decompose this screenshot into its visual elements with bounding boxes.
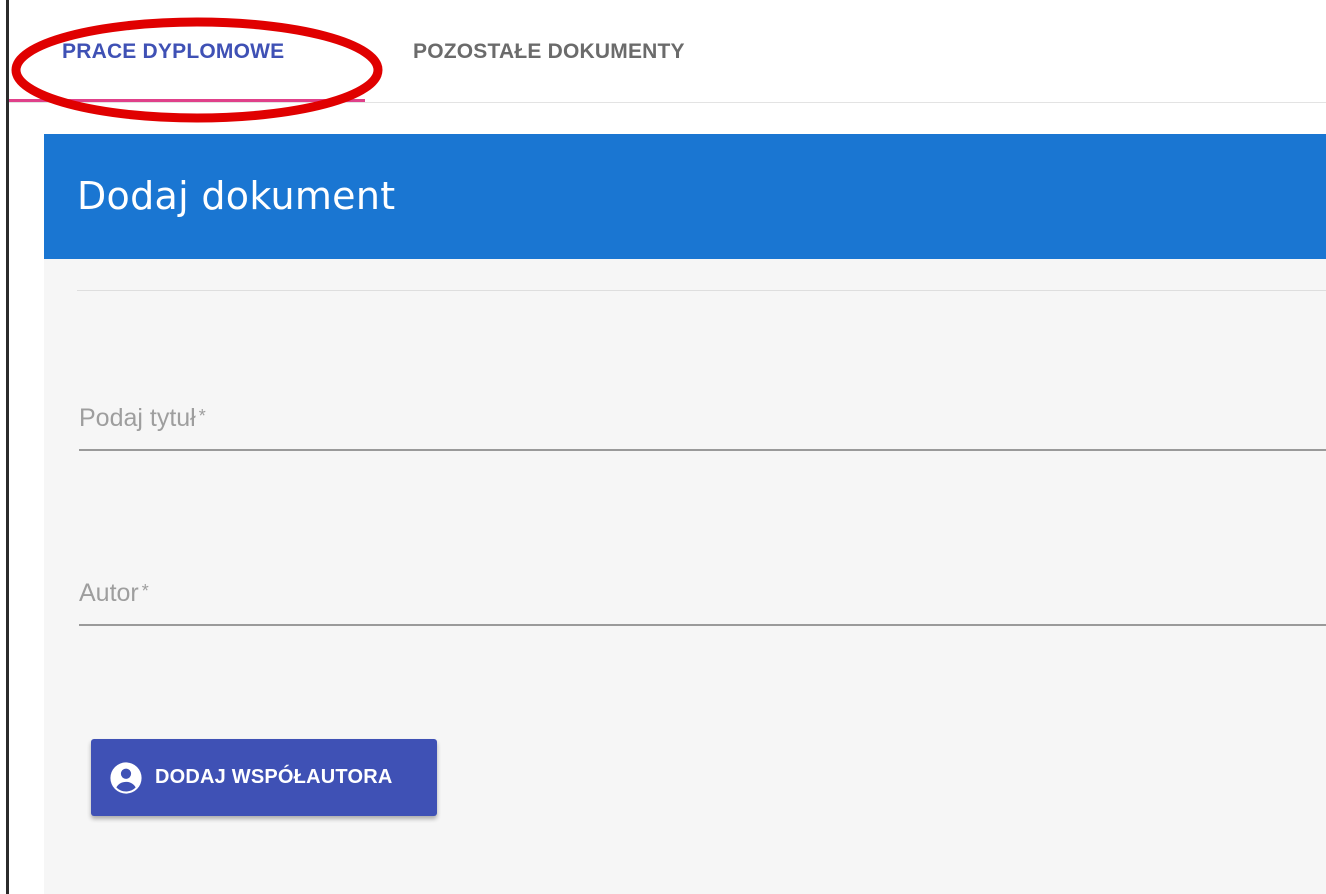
tab-pozostale-dokumenty[interactable]: POZOSTAŁE DOKUMENTY — [413, 40, 685, 64]
tab-bar: PRACE DYPLOMOWE POZOSTAŁE DOKUMENTY — [9, 0, 1326, 103]
tab-prace-dyplomowe[interactable]: PRACE DYPLOMOWE — [62, 40, 284, 64]
page: PRACE DYPLOMOWE POZOSTAŁE DOKUMENTY Doda… — [0, 0, 1326, 894]
active-tab-indicator — [9, 99, 365, 102]
card-title: Dodaj dokument — [77, 174, 396, 218]
author-input[interactable] — [79, 576, 1326, 618]
window-border — [6, 0, 9, 894]
account-circle-icon — [110, 761, 142, 794]
add-document-card: Dodaj dokument Podaj tytuł * Autor * DODAJ… — [44, 134, 1326, 894]
title-field[interactable]: Podaj tytuł * — [79, 389, 1326, 451]
title-input[interactable] — [79, 401, 1326, 443]
author-field[interactable]: Autor * — [79, 564, 1326, 626]
add-coauthor-label: DODAJ WSPÓŁAUTORA — [155, 766, 393, 788]
divider — [77, 290, 1326, 291]
add-coauthor-button[interactable]: DODAJ WSPÓŁAUTORA — [91, 739, 437, 816]
card-header: Dodaj dokument — [44, 134, 1326, 259]
